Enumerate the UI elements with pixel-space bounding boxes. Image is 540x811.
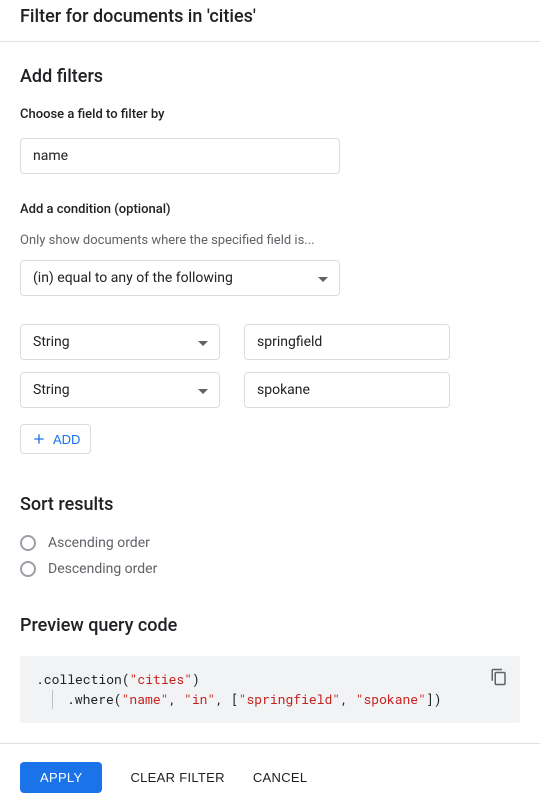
- dialog-footer: APPLY CLEAR FILTER CANCEL: [0, 743, 540, 811]
- sort-ascending-radio[interactable]: Ascending order: [20, 535, 520, 551]
- condition-value-input[interactable]: [244, 372, 450, 408]
- query-code-block: .collection("cities") .where("name", "in…: [20, 656, 520, 723]
- code-line: .collection("cities"): [36, 670, 504, 690]
- code-line: .where("name", "in", ["springfield", "sp…: [52, 690, 504, 710]
- preview-query-title: Preview query code: [20, 615, 520, 636]
- copy-icon: [490, 668, 508, 686]
- radio-icon: [20, 561, 36, 577]
- condition-value-row: String: [20, 324, 520, 360]
- field-name-input[interactable]: [20, 138, 340, 174]
- sort-descending-radio[interactable]: Descending order: [20, 561, 520, 577]
- condition-label: Add a condition (optional): [20, 202, 520, 217]
- field-chooser-label: Choose a field to filter by: [20, 107, 520, 122]
- value-type-select[interactable]: String: [20, 324, 220, 360]
- condition-operator-value: (in) equal to any of the following: [20, 260, 340, 296]
- plus-icon: [31, 431, 47, 447]
- dialog-header: Filter for documents in 'cities': [0, 0, 540, 41]
- sort-results-title: Sort results: [20, 494, 520, 515]
- value-type-select[interactable]: String: [20, 372, 220, 408]
- condition-operator-select[interactable]: (in) equal to any of the following: [20, 260, 340, 296]
- radio-label: Descending order: [48, 561, 157, 577]
- radio-label: Ascending order: [48, 535, 150, 551]
- radio-icon: [20, 535, 36, 551]
- dialog-title: Filter for documents in 'cities': [20, 6, 520, 27]
- dialog-content: Add filters Choose a field to filter by …: [0, 42, 540, 743]
- clear-filter-button[interactable]: CLEAR FILTER: [130, 770, 224, 785]
- add-filters-title: Add filters: [20, 66, 520, 87]
- condition-value-input[interactable]: [244, 324, 450, 360]
- add-button-label: ADD: [53, 432, 80, 447]
- apply-button[interactable]: APPLY: [20, 762, 102, 793]
- cancel-button[interactable]: CANCEL: [253, 770, 308, 785]
- value-type-label: String: [20, 372, 220, 408]
- value-type-label: String: [20, 324, 220, 360]
- copy-code-button[interactable]: [490, 668, 508, 692]
- add-condition-button[interactable]: ADD: [20, 424, 91, 454]
- sort-order-group: Ascending order Descending order: [20, 535, 520, 577]
- condition-helper: Only show documents where the specified …: [20, 233, 520, 248]
- condition-value-row: String: [20, 372, 520, 408]
